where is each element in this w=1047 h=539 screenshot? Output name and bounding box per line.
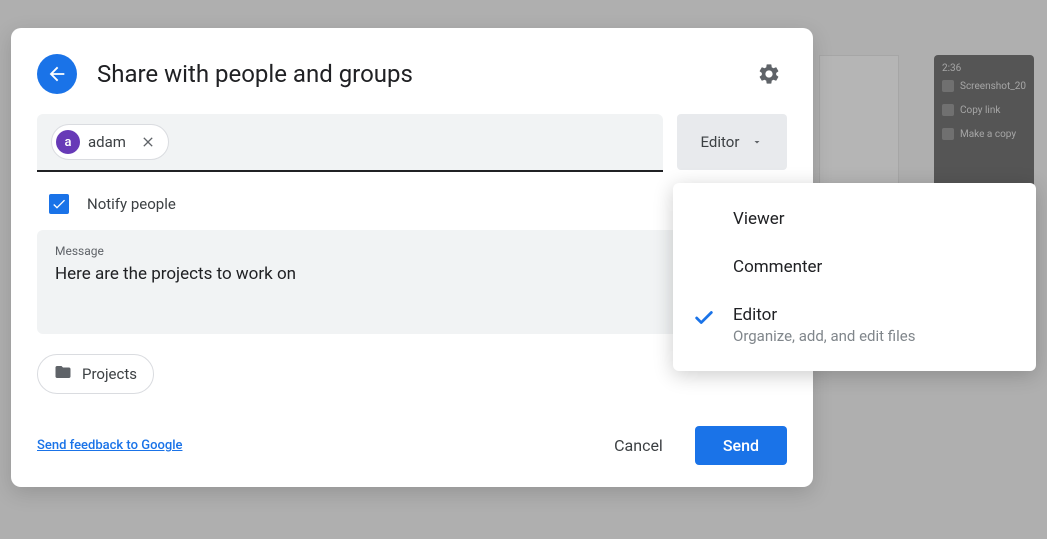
role-dropdown-menu: Viewer Commenter Editor Organize, add, a…: [673, 183, 1036, 371]
check-slot: [693, 257, 733, 259]
check-slot: [693, 305, 733, 329]
close-icon: [140, 134, 156, 150]
back-button[interactable]: [37, 54, 77, 94]
cancel-button[interactable]: Cancel: [594, 426, 683, 465]
message-text[interactable]: Here are the projects to work on: [55, 264, 769, 284]
role-description: Organize, add, and edit files: [733, 327, 1012, 345]
dialog-title: Share with people and groups: [97, 60, 731, 88]
people-input[interactable]: a adam: [37, 114, 663, 172]
role-label: Editor: [733, 305, 1012, 325]
gear-icon: [757, 62, 781, 86]
message-label: Message: [55, 244, 769, 258]
person-chip: a adam: [51, 124, 169, 160]
role-option-viewer[interactable]: Viewer: [673, 195, 1036, 243]
check-slot: [693, 209, 733, 211]
dialog-header: Share with people and groups: [37, 54, 787, 94]
role-label: Commenter: [733, 257, 1012, 277]
attachment-chip: Projects: [37, 354, 154, 394]
dialog-footer: Send feedback to Google Cancel Send: [37, 426, 787, 465]
attachment-name: Projects: [82, 365, 137, 383]
send-button[interactable]: Send: [695, 426, 787, 465]
settings-button[interactable]: [751, 56, 787, 92]
role-option-editor[interactable]: Editor Organize, add, and edit files: [673, 291, 1036, 359]
avatar: a: [56, 130, 80, 154]
caret-down-icon: [751, 136, 763, 148]
role-selected-label: Editor: [701, 133, 740, 151]
remove-person-button[interactable]: [138, 132, 158, 152]
person-name: adam: [88, 133, 126, 151]
notify-label: Notify people: [87, 195, 176, 213]
arrow-left-icon: [46, 63, 68, 85]
feedback-link[interactable]: Send feedback to Google: [37, 438, 182, 453]
role-dropdown-button[interactable]: Editor: [677, 114, 787, 170]
role-option-commenter[interactable]: Commenter: [673, 243, 1036, 291]
share-row: a adam Editor: [37, 114, 787, 172]
folder-icon: [54, 363, 72, 385]
notify-checkbox[interactable]: [49, 194, 69, 214]
check-icon: [51, 196, 67, 212]
check-icon: [693, 307, 715, 329]
role-label: Viewer: [733, 209, 1012, 229]
